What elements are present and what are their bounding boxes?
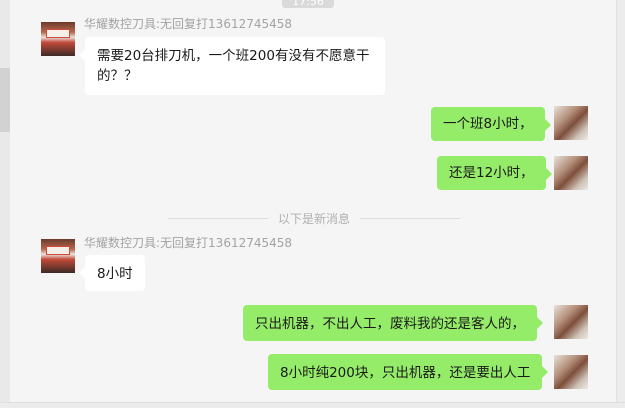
new-messages-divider: 以下是新消息: [168, 210, 461, 226]
message-bubble-outgoing[interactable]: 只出机器，不出人工，废料我的还是客人的，: [243, 305, 543, 341]
divider-label: 以下是新消息: [278, 211, 351, 226]
avatar-sign: [46, 246, 70, 255]
sender-name: 华耀数控刀具:无回复打13612745458: [84, 17, 293, 31]
left-panel-edge: [0, 0, 10, 408]
avatar-sign: [46, 29, 70, 38]
scrollbar-track[interactable]: [616, 0, 625, 408]
my-avatar[interactable]: [554, 305, 588, 339]
message-bubble-outgoing[interactable]: 一个班8小时，: [431, 107, 551, 141]
message-bubble-incoming[interactable]: 需要20台排刀机，一个班200有没有不愿意干的？？: [79, 37, 385, 95]
message-bubble-outgoing[interactable]: 还是12小时，: [437, 156, 552, 190]
my-avatar[interactable]: [554, 156, 588, 190]
message-bubble-outgoing[interactable]: 8小时纯200块，只出机器，还是要出人工: [268, 354, 549, 390]
divider-line-left: [168, 217, 268, 219]
my-avatar[interactable]: [554, 106, 588, 140]
input-area-edge: [0, 402, 625, 408]
time-stamp: 17:56: [282, 0, 334, 8]
sender-name: 华耀数控刀具:无回复打13612745458: [84, 236, 293, 250]
divider-line-right: [360, 217, 461, 219]
message-bubble-incoming[interactable]: 8小时: [79, 255, 145, 291]
my-avatar[interactable]: [554, 355, 588, 389]
sender-avatar[interactable]: [41, 239, 75, 273]
left-panel-scroll-thumb[interactable]: [0, 68, 10, 132]
sender-avatar[interactable]: [41, 22, 75, 56]
